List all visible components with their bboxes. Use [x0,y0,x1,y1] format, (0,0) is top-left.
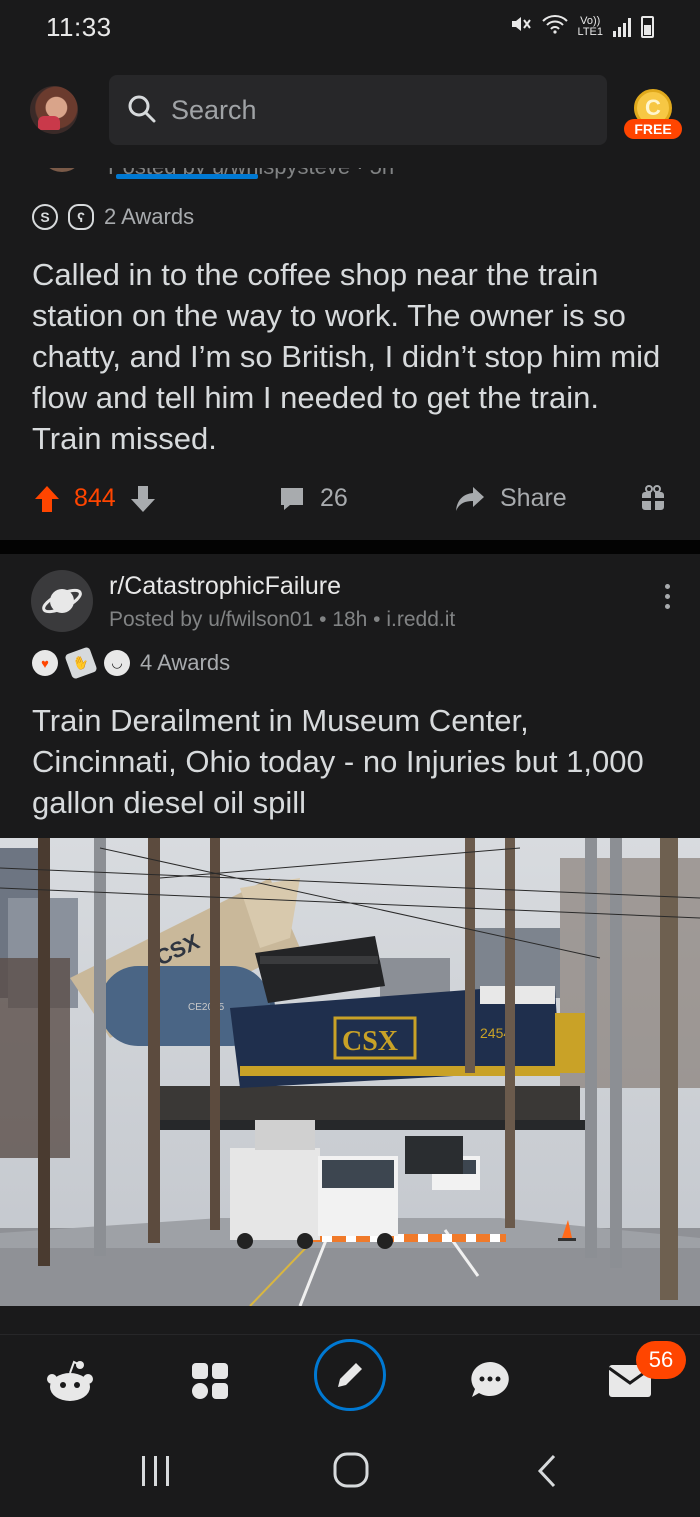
post-card[interactable]: r/CatastrophicFailure Posted by u/fwilso… [0,554,700,1334]
reddit-home-icon [47,1360,93,1401]
awards-row[interactable]: S ʕ 2 Awards [32,204,194,230]
train-derailment-photo: CSX CE2095 CSX 2454 [0,838,700,1306]
share-label: Share [500,484,567,512]
comments-button[interactable]: 26 [278,484,348,513]
post-meta: Posted by u/fwilson01 • 18h • i.redd.it [109,608,456,631]
bottom-nav: 56 [0,1334,700,1428]
status-time: 11:33 [46,12,112,42]
signal-icon [613,17,631,37]
awards-count: 4 Awards [140,650,231,675]
wifi-icon [541,14,568,39]
downvote-icon[interactable] [130,485,156,513]
award-button[interactable] [640,484,666,512]
search-icon [128,95,156,123]
app-header: Search C FREE [0,56,700,168]
post-title[interactable]: Train Derailment in Museum Center, Cinci… [32,700,672,823]
search-bar[interactable]: Search [109,75,607,145]
planet-icon [42,588,82,614]
gift-icon [642,485,664,510]
system-nav-bar [0,1428,700,1517]
subreddit-icon[interactable] [31,570,93,632]
subreddit-name[interactable]: r/CatastrophicFailure [109,572,341,601]
bear-award-icon: ʕ [68,204,94,230]
silver-award-icon: S [32,204,58,230]
free-coins-button[interactable]: C FREE [622,89,682,139]
back-icon[interactable] [536,1454,558,1488]
locomotive-logo: CSX [342,1026,398,1057]
share-icon [456,486,484,511]
poster-avatar [40,168,84,172]
status-icons: Vo)) LTE1 [510,14,654,39]
inbox-badge: 56 [636,1341,686,1379]
user-avatar[interactable] [30,86,78,134]
battery-icon [641,15,654,38]
wholesome-award-icon: ◡ [104,650,130,676]
vote-count: 844 [74,484,116,512]
recent-apps-icon[interactable] [140,1454,172,1488]
status-bar: 11:33 Vo)) LTE1 [0,0,700,56]
home-button-icon[interactable] [333,1452,369,1488]
free-badge: FREE [624,119,682,139]
create-post-button[interactable] [314,1339,386,1411]
awards-row[interactable]: ♥ ✋ ◡ 4 Awards [32,646,231,680]
post-title[interactable]: Called in to the coffee shop near the tr… [32,254,672,459]
nav-chat[interactable] [462,1353,518,1409]
upvote-icon[interactable] [34,485,60,513]
comment-count: 26 [320,484,348,512]
mute-icon [510,14,532,39]
comment-icon [281,487,303,510]
feed-divider [0,540,700,554]
awards-count: 2 Awards [104,204,195,229]
pencil-icon [338,1363,362,1387]
grid-icon [192,1363,228,1399]
scroll-indicator [116,174,258,179]
share-button[interactable]: Share [454,484,567,513]
vote-group: 844 [34,484,156,513]
post-actions: 844 26 Share [0,470,700,530]
nav-discover[interactable] [182,1353,238,1409]
lte-label: LTE1 [577,25,603,38]
handshake-award-icon: ✋ [64,646,98,680]
search-placeholder: Search [171,95,257,125]
network-label: Vo)) LTE1 [577,15,603,38]
love-award-icon: ♥ [32,650,58,676]
post-image[interactable]: CSX CE2095 CSX 2454 [0,838,700,1306]
post-card[interactable]: Posted by u/whispysteve · 5h S ʕ 2 Award… [0,168,700,540]
nav-home[interactable] [42,1353,98,1409]
chat-icon [471,1362,509,1397]
more-options-icon[interactable] [664,584,672,612]
